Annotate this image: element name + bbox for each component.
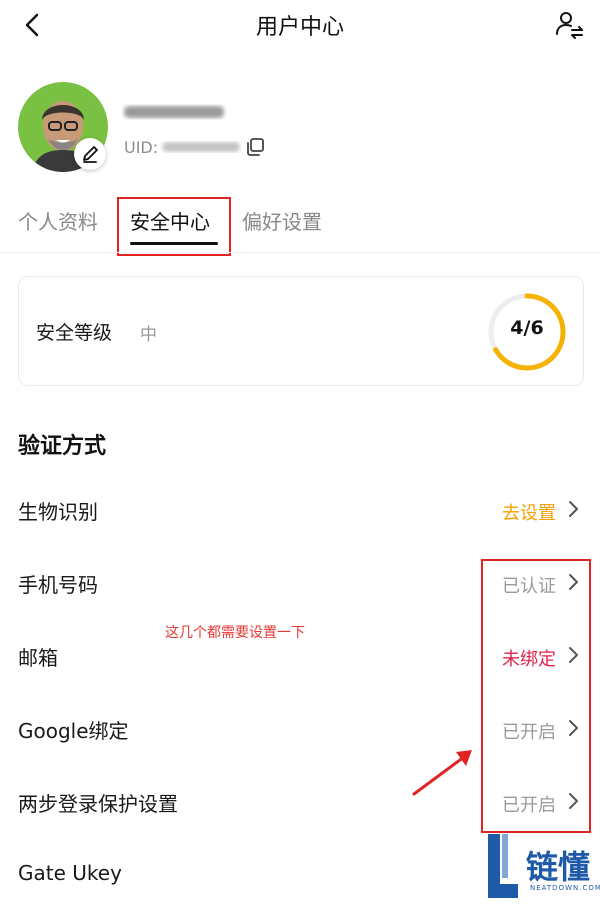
verify-status-biometric[interactable]: 去设置 xyxy=(436,499,556,525)
verify-item-phone[interactable]: 手机号码 xyxy=(18,569,98,598)
neatdown-logo-icon xyxy=(488,834,518,898)
annotation-box-status xyxy=(481,559,591,833)
verify-item-2fa[interactable]: 两步登录保护设置 xyxy=(18,788,178,817)
verify-item-biometric[interactable]: 生物识别 xyxy=(18,496,98,525)
page-title: 用户中心 xyxy=(255,15,344,40)
uid-value-blurred xyxy=(162,142,240,152)
tab-profile[interactable]: 个人资料 xyxy=(18,206,98,235)
tab-preferences[interactable]: 偏好设置 xyxy=(242,206,322,235)
top-bar: 用户中心 xyxy=(0,0,600,50)
username-blurred xyxy=(124,106,224,118)
verify-section-title: 验证方式 xyxy=(18,434,107,459)
annotation-note: 这几个都需要设置一下 xyxy=(165,625,305,641)
security-level-value: 中 xyxy=(140,325,157,345)
security-score-text: 4/6 xyxy=(510,317,544,339)
watermark-subtext: NEATDOWN.COM xyxy=(530,884,600,892)
pencil-icon xyxy=(83,146,98,163)
chevron-right-icon[interactable] xyxy=(566,500,580,518)
annotation-arrow-icon xyxy=(412,750,472,796)
security-level-label: 安全等级 xyxy=(36,322,113,344)
watermark-text: 链懂 xyxy=(526,848,591,886)
verify-item-email[interactable]: 邮箱 xyxy=(18,642,58,671)
copy-icon[interactable] xyxy=(244,136,266,158)
edit-avatar-button[interactable] xyxy=(74,138,106,170)
uid-label: UID: xyxy=(124,138,159,157)
annotation-box-tab xyxy=(117,197,231,256)
verify-item-google[interactable]: Google绑定 xyxy=(18,715,129,744)
tab-divider xyxy=(0,252,600,253)
verify-item-ukey[interactable]: Gate Ukey xyxy=(18,861,122,885)
user-switch-icon[interactable] xyxy=(553,8,585,40)
